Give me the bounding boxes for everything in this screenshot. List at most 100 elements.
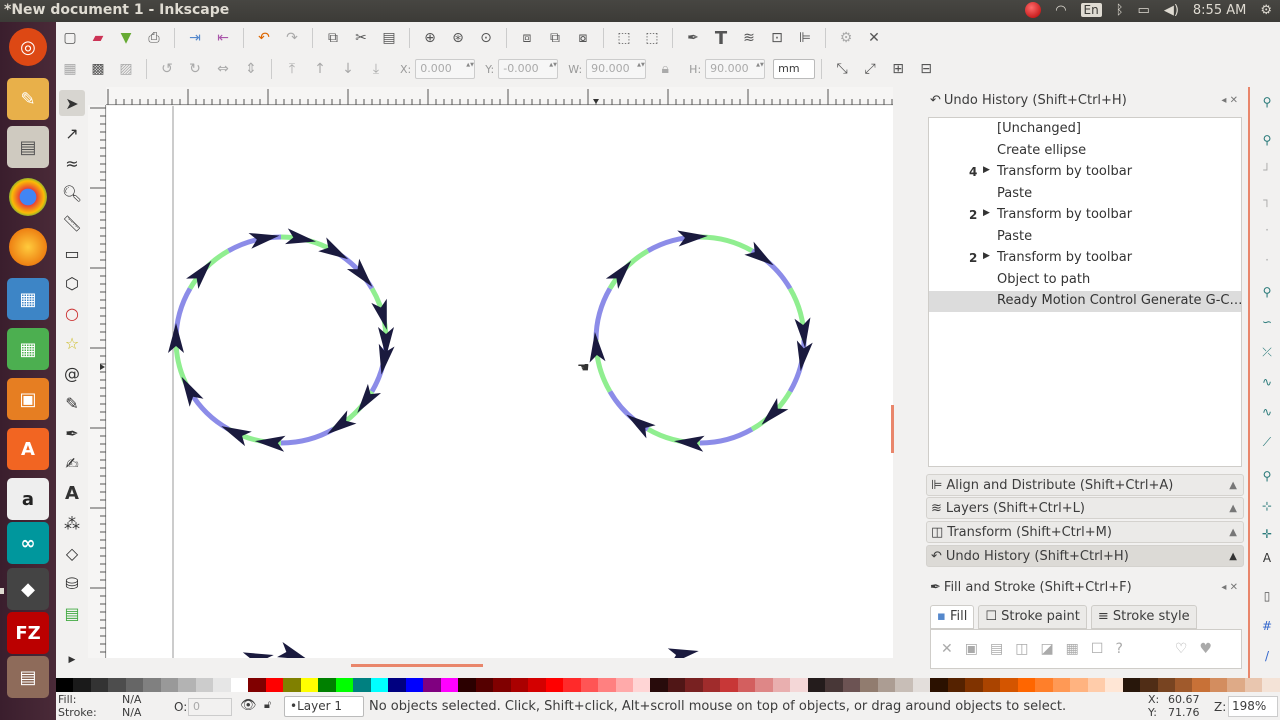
select-all-layers-icon[interactable]: ▩ (87, 58, 109, 80)
copy-icon[interactable]: ⧉ (322, 27, 344, 49)
snap-others-icon[interactable]: ⚲ (1258, 467, 1276, 485)
snap-midpoints-icon[interactable]: ⟋ (1258, 433, 1276, 451)
eye-icon[interactable]: 👁︎ (240, 698, 257, 713)
history-row[interactable]: Create ellipse (929, 141, 1241, 162)
snap-page-border-icon[interactable]: ▯ (1258, 587, 1276, 605)
palette-swatch[interactable] (178, 678, 196, 692)
open-icon[interactable]: ▰ (87, 27, 109, 49)
palette-swatch[interactable] (1087, 678, 1106, 692)
h-input[interactable]: 90.000 (705, 59, 766, 79)
palette-swatch[interactable] (528, 678, 546, 692)
palette-swatch[interactable] (353, 678, 371, 692)
unset-paint-icon[interactable]: ? (1115, 641, 1122, 657)
snap-cusp-icon[interactable]: ∿ (1258, 373, 1276, 391)
palette-swatch[interactable] (772, 678, 791, 692)
vertical-ruler[interactable] (88, 105, 106, 658)
palette-swatch[interactable] (912, 678, 931, 692)
lower-bottom-icon[interactable]: ⤓ (365, 58, 387, 80)
snap-bbox-center-icon[interactable]: · (1258, 251, 1276, 269)
close-icon[interactable]: ◂ ✕ (1221, 95, 1238, 106)
snap-nodes-icon[interactable]: ⚲ (1258, 283, 1276, 301)
snap-grid-icon[interactable]: # (1258, 617, 1276, 635)
cut-icon[interactable]: ✂ (350, 27, 372, 49)
snap-smooth-icon[interactable]: ∿ (1258, 403, 1276, 421)
software-center-icon[interactable]: A (7, 428, 49, 470)
undo-icon[interactable]: ↶ (253, 27, 275, 49)
flip-vertical-icon[interactable]: ⇕ (240, 58, 262, 80)
palette-swatch[interactable] (947, 678, 966, 692)
history-row[interactable]: 2 ▶ Transform by toolbar (929, 248, 1241, 269)
lower-icon[interactable]: ↓ (337, 58, 359, 80)
palette-swatch[interactable] (1262, 678, 1280, 692)
palette-swatch[interactable] (195, 678, 214, 692)
text-font-icon[interactable]: T (710, 27, 732, 49)
palette-swatch[interactable] (388, 678, 406, 692)
tab-stroke-style[interactable]: ≡ Stroke style (1090, 605, 1197, 629)
snap-toggle-icon[interactable]: ⚲ (1258, 93, 1276, 111)
circle-path-left[interactable] (168, 228, 395, 452)
opacity-input[interactable]: 0 (188, 698, 232, 716)
fill-rule-evenodd-icon[interactable]: ♡ (1175, 641, 1188, 657)
history-row[interactable]: Paste (929, 227, 1241, 248)
snap-bbox-edge-icon[interactable]: ┘ (1258, 161, 1276, 179)
palette-swatch[interactable] (405, 678, 424, 692)
palette-swatch[interactable] (90, 678, 109, 692)
group-icon[interactable]: ⬚ (613, 27, 635, 49)
palette-swatch[interactable] (423, 678, 441, 692)
w-input[interactable]: 90.000 (586, 59, 647, 79)
palette-swatch[interactable] (1192, 678, 1210, 692)
palette-swatch[interactable] (143, 678, 161, 692)
horizontal-scroll-thumb[interactable] (351, 664, 483, 667)
fill-stroke-icon[interactable]: ✒ (682, 27, 704, 49)
duplicate-icon[interactable]: ⧈ (516, 27, 538, 49)
palette-swatch[interactable] (1017, 678, 1036, 692)
panel-transform[interactable]: ◫ Transform (Shift+Ctrl+M) ▲ (926, 521, 1244, 543)
app-icon[interactable]: ▤ (7, 656, 49, 698)
fill-value[interactable]: N/A (122, 693, 141, 706)
palette-swatch[interactable] (598, 678, 616, 692)
horizontal-scrollbar[interactable] (107, 658, 893, 668)
layer-select[interactable]: •Layer 1 (284, 696, 364, 717)
history-row[interactable]: Object to path (929, 270, 1241, 291)
palette-swatch[interactable] (1105, 678, 1123, 692)
pattern-icon[interactable]: ▦ (1066, 641, 1079, 657)
print-icon[interactable]: ⎙ (143, 27, 165, 49)
paint-bucket-tool-icon[interactable]: ⛁ (59, 570, 85, 596)
scale-corners-icon[interactable]: ⤢ (859, 58, 881, 80)
redo-icon[interactable]: ↷ (281, 27, 303, 49)
history-row[interactable]: Ready Motion Control Generate G-C… (929, 291, 1243, 312)
palette-swatch[interactable] (563, 678, 581, 692)
inkscape-icon[interactable]: ◆ (7, 568, 49, 610)
panel-align[interactable]: ⊫ Align and Distribute (Shift+Ctrl+A) ▲ (926, 474, 1244, 496)
palette-swatch[interactable] (300, 678, 319, 692)
selector-tool-icon[interactable]: ➤ (59, 90, 85, 116)
document-properties-icon[interactable]: ✕ (863, 27, 885, 49)
undo-history-list[interactable]: [Unchanged] Create ellipse 4 ▶ Transform by … (928, 117, 1243, 467)
record-icon[interactable] (1025, 2, 1042, 18)
tab-stroke-paint[interactable]: ☐ Stroke paint (978, 605, 1087, 629)
writer-icon[interactable]: ▦ (7, 278, 49, 320)
deselect-icon[interactable]: ▨ (115, 58, 137, 80)
no-paint-icon[interactable]: ✕ (941, 641, 953, 657)
dash-icon[interactable]: ◎ (9, 28, 47, 66)
palette-swatch[interactable] (248, 678, 266, 692)
spray-tool-icon[interactable]: ⁂ (59, 510, 85, 536)
measure-tool-icon[interactable]: 📏︎ (59, 210, 85, 236)
drawing-canvas[interactable]: ☚ (107, 106, 893, 658)
files-icon[interactable]: ▤ (7, 126, 49, 168)
rectangle-tool-icon[interactable]: ▭ (59, 240, 85, 266)
palette-swatch[interactable] (318, 678, 336, 692)
history-row[interactable]: Paste (929, 184, 1241, 205)
volume-icon[interactable]: ◀) (1164, 3, 1179, 18)
palette-swatch[interactable] (737, 678, 756, 692)
tweak-tool-icon[interactable]: ≈ (59, 150, 85, 176)
zoom-tool-icon[interactable]: 🔍︎ (59, 180, 85, 206)
gradient-tool-icon[interactable]: ▤ (59, 600, 85, 626)
stroke-value[interactable]: N/A (122, 706, 141, 719)
snap-bbox-icon[interactable]: ⚲ (1258, 131, 1276, 149)
zoom-selection-icon[interactable]: ⊕ (419, 27, 441, 49)
transform-patterns-icon[interactable]: ⊟ (915, 58, 937, 80)
circle-path-right[interactable] (587, 228, 813, 452)
palette-swatch[interactable] (335, 678, 354, 692)
palette-swatch[interactable] (895, 678, 913, 692)
